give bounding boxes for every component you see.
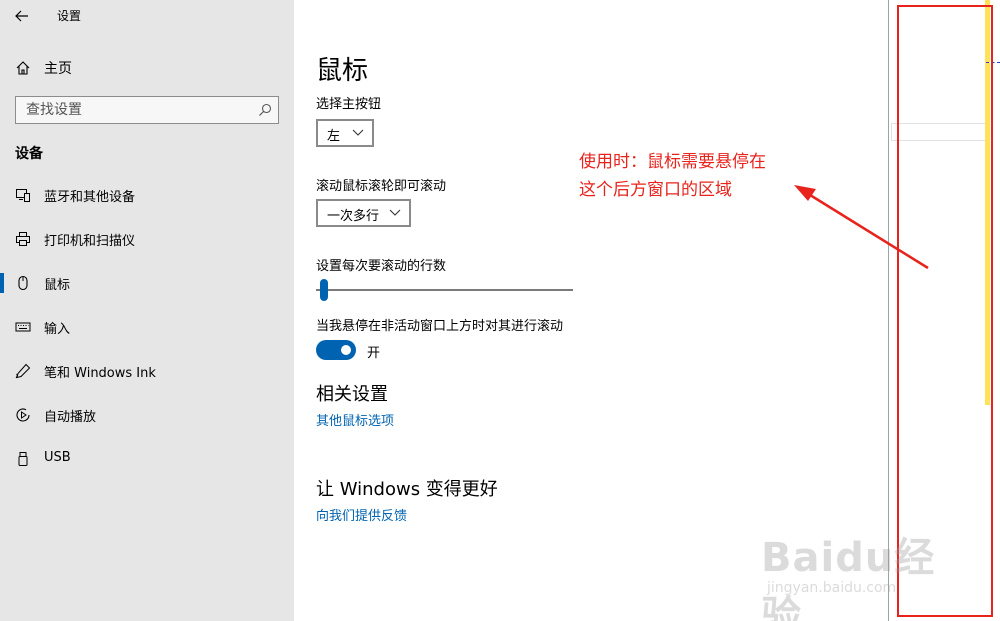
watermark: Baidu经验 jingyan.baidu.com <box>755 510 955 621</box>
search-input[interactable] <box>16 97 246 123</box>
search-icon <box>259 103 272 116</box>
sidebar-item-mouse[interactable]: 鼠标 <box>0 264 294 300</box>
search-box[interactable] <box>15 96 279 124</box>
sidebar-item-usb[interactable]: USB <box>0 440 294 476</box>
inactive-scroll-toggle[interactable] <box>316 340 356 360</box>
scroll-lines-slider-track[interactable] <box>316 289 573 291</box>
chevron-down-icon <box>352 129 364 136</box>
watermark-logo: Baidu经验 <box>761 535 936 621</box>
watermark-url: jingyan.baidu.com <box>767 580 897 596</box>
sidebar-item-label: 鼠标 <box>44 278 71 293</box>
scroll-lines-slider-thumb[interactable] <box>319 279 328 301</box>
home-icon <box>14 59 32 77</box>
bluetooth-devices-icon <box>14 186 32 204</box>
primary-button-value: 左 <box>327 129 341 144</box>
primary-button-label: 选择主按钮 <box>316 97 382 112</box>
toggle-knob <box>341 345 351 355</box>
scroll-lines-label: 设置每次要滚动的行数 <box>316 259 447 274</box>
section-heading-devices: 设备 <box>15 146 43 162</box>
page-title: 鼠标 <box>316 56 369 86</box>
primary-button-dropdown[interactable]: 左 <box>316 119 374 147</box>
mouse-icon <box>14 274 32 292</box>
inactive-scroll-state: 开 <box>367 346 381 361</box>
autoplay-icon <box>14 406 32 424</box>
additional-mouse-options-link[interactable]: 其他鼠标选项 <box>316 410 394 429</box>
feedback-heading: 让 Windows 变得更好 <box>316 479 498 500</box>
sidebar-item-label: 蓝牙和其他设备 <box>44 190 136 205</box>
sidebar: 设置 主页 设备 <box>0 0 294 621</box>
keyboard-icon <box>14 318 32 336</box>
feedback-link[interactable]: 向我们提供反馈 <box>316 505 407 524</box>
active-indicator <box>0 273 4 293</box>
related-settings-heading: 相关设置 <box>316 384 388 405</box>
sidebar-item-label: 打印机和扫描仪 <box>44 234 136 249</box>
scroll-mode-value: 一次多行 <box>327 209 380 224</box>
back-button[interactable] <box>8 2 36 30</box>
sidebar-item-printers[interactable]: 打印机和扫描仪 <box>0 220 294 256</box>
scroll-label: 滚动鼠标滚轮即可滚动 <box>316 179 447 194</box>
printer-icon <box>14 230 32 248</box>
chevron-down-icon <box>389 209 401 216</box>
sidebar-item-autoplay[interactable]: 自动播放 <box>0 396 294 432</box>
sidebar-home-label: 主页 <box>44 61 72 77</box>
back-arrow-icon <box>15 10 28 22</box>
inactive-scroll-label: 当我悬停在非活动窗口上方时对其进行滚动 <box>316 319 564 334</box>
sidebar-item-label: 自动播放 <box>44 410 97 425</box>
sidebar-item-label: 输入 <box>44 322 71 337</box>
pen-icon <box>14 362 32 380</box>
usb-icon <box>14 450 32 468</box>
sidebar-item-pen[interactable]: 笔和 Windows Ink <box>0 352 294 388</box>
sidebar-item-typing[interactable]: 输入 <box>0 308 294 344</box>
sidebar-item-bluetooth[interactable]: 蓝牙和其他设备 <box>0 176 294 212</box>
annotation-arrow <box>794 185 929 270</box>
scroll-mode-dropdown[interactable]: 一次多行 <box>316 199 411 227</box>
sidebar-item-label: USB <box>44 450 71 465</box>
window-title: 设置 <box>57 9 82 23</box>
sidebar-item-label: 笔和 Windows Ink <box>44 366 156 381</box>
sidebar-item-home[interactable]: 主页 <box>0 52 294 82</box>
